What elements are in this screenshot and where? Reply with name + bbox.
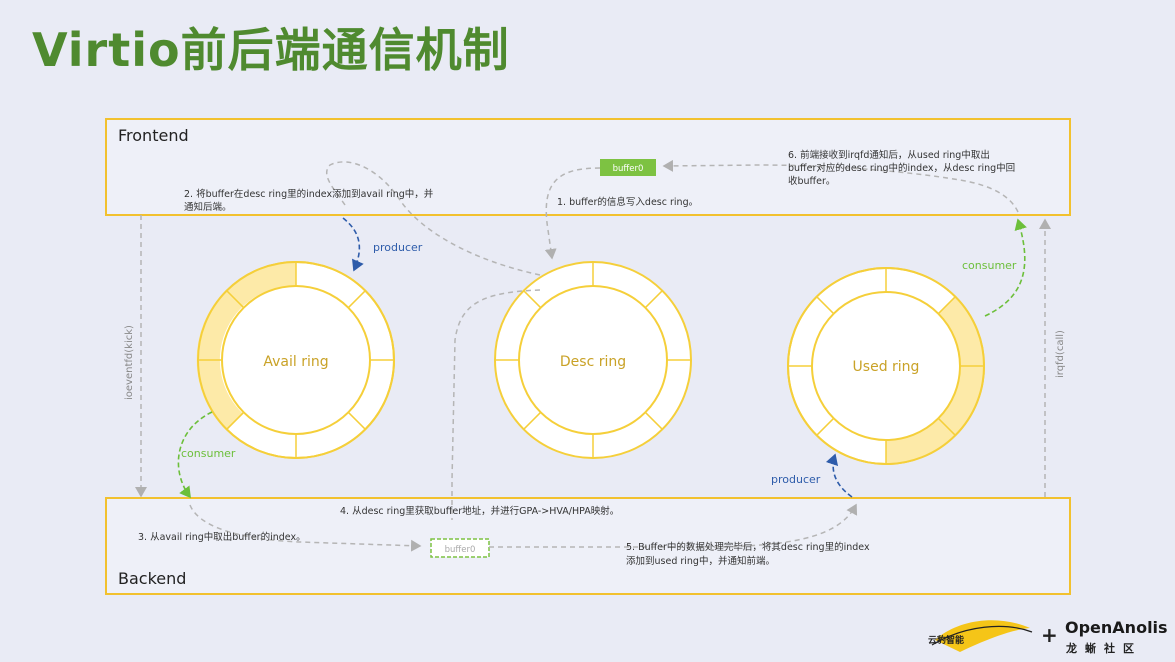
desc-ring-label: Desc ring [560,354,626,370]
step6-text-line3: 收buffer。 [788,175,835,187]
logo-plus: + [1041,623,1058,647]
openanolis-cn-text: 龙蜥社区 [1065,641,1142,655]
used-ring: Used ring [787,267,985,465]
buffer0-frontend-label: buffer0 [613,164,644,174]
arrow-producer-top [342,217,364,272]
buffer0-backend-label: buffer0 [445,545,476,555]
step1-text: 1. buffer的信息写入desc ring。 [557,196,698,208]
producer-top-label: producer [373,241,423,254]
step2-text-line2: 通知后端。 [184,201,232,213]
yunbao-logo: 云豹智能 [928,620,1033,652]
backend-label: Backend [118,569,186,588]
call-label: irqfd(call) [1055,330,1066,378]
avail-ring: Avail ring [196,261,395,459]
step3-text: 3. 从avail ring中取出buffer的index。 [138,531,306,543]
buffer0-backend: buffer0 [430,538,490,558]
avail-ring-label: Avail ring [263,354,328,370]
openanolis-logo: OpenAnolis 龙蜥社区 [1065,618,1168,655]
openanolis-logo-text: OpenAnolis [1065,618,1168,637]
step4-text: 4. 从desc ring里获取buffer地址，并进行GPA->HVA/HPA… [340,505,619,517]
step5-text-line1: 5. Buffer中的数据处理完毕后，将其desc ring里的index [626,541,870,553]
arrow-producer-bottom [825,453,853,498]
virtio-diagram: Frontend Backend Avail ring Desc ring Us… [105,118,1168,655]
step2-text-line1: 2. 将buffer在desc ring里的index添加到avail ring… [184,188,434,200]
desc-ring: Desc ring [494,261,692,459]
consumer-left-label: consumer [181,447,236,460]
buffer0-frontend: buffer0 [600,159,656,176]
consumer-right-label: consumer [962,259,1017,272]
step5-text-line2: 添加到used ring中，并通知前端。 [626,555,775,567]
step6-text-line2: buffer对应的desc ring中的index，从desc ring中回 [788,162,1015,174]
step6-text-line1: 6. 前端接收到irqfd通知后，从used ring中取出 [788,149,990,161]
frontend-label: Frontend [118,126,189,145]
yunbao-logo-text: 云豹智能 [928,634,964,646]
producer-bottom-label: producer [771,473,821,486]
used-ring-label: Used ring [853,359,920,375]
kick-label: ioeventfd(kick) [124,325,135,400]
